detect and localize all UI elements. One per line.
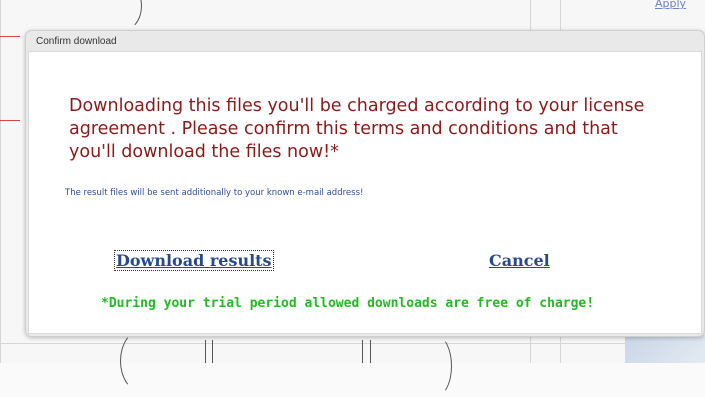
confirm-download-dialog: Confirm download Downloading this files …: [25, 30, 705, 337]
background-road: [120, 330, 162, 392]
background-marker: [0, 120, 20, 121]
trial-period-note: *During your trial period allowed downlo…: [101, 296, 595, 311]
email-note: The result files will be sent additional…: [65, 188, 364, 198]
background-road: [100, 0, 142, 32]
charge-warning-message: Downloading this files you'll be charged…: [69, 96, 645, 162]
apply-link[interactable]: Apply: [655, 0, 705, 12]
dialog-title: Confirm download: [36, 36, 117, 47]
background-divider: [0, 0, 1, 363]
dialog-body: Downloading this files you'll be charged…: [28, 51, 702, 334]
background-road: [370, 340, 371, 363]
background-divider: [0, 343, 705, 344]
download-results-button[interactable]: Download results: [114, 250, 274, 271]
background-map-tile: [625, 335, 705, 363]
background-road: [362, 340, 363, 363]
background-road: [420, 335, 452, 397]
cancel-button[interactable]: Cancel: [489, 251, 550, 270]
background-road: [212, 340, 213, 363]
background-marker: [0, 36, 20, 37]
background-road: [205, 340, 206, 363]
